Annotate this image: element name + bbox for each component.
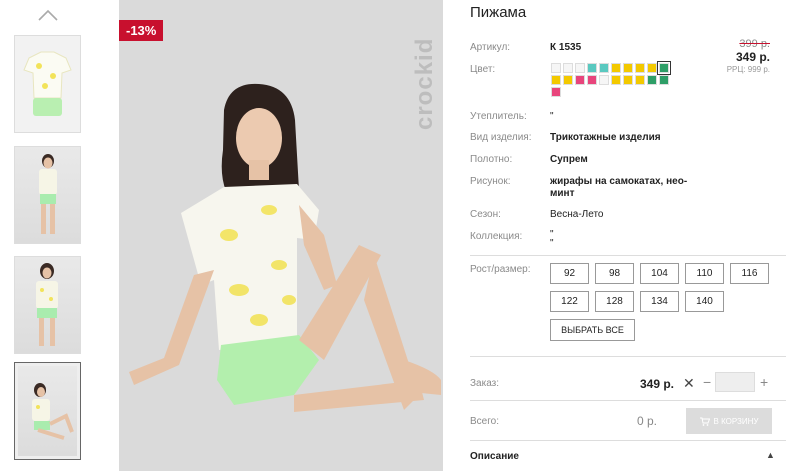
- spec-label: Коллекция:: [470, 231, 523, 242]
- order-price: 349 р.: [640, 377, 675, 391]
- thumbnail-4[interactable]: [14, 362, 81, 460]
- current-price: 349 р.: [735, 50, 770, 64]
- spec-value-line2: ": [550, 238, 554, 249]
- total-value: 0 р.: [637, 414, 658, 428]
- color-swatch[interactable]: [635, 63, 645, 73]
- color-swatch[interactable]: [659, 75, 669, 85]
- size-label: Рост/размер:: [470, 264, 531, 275]
- size-button[interactable]: 140: [685, 291, 724, 312]
- old-price: 399 р.: [739, 38, 770, 50]
- thumbnail-2[interactable]: [14, 146, 81, 244]
- size-button[interactable]: 92: [550, 263, 589, 284]
- divider: [470, 440, 786, 441]
- spec-label: Сезон:: [470, 209, 501, 220]
- add-to-cart-label: В КОРЗИНУ: [713, 416, 759, 426]
- add-to-cart-button[interactable]: В КОРЗИНУ: [686, 408, 772, 434]
- spec-value: Трикотажные изделия: [550, 132, 661, 143]
- size-button[interactable]: 116: [730, 263, 769, 284]
- rrp-price: РРЦ: 999 р.: [726, 65, 770, 74]
- total-label: Всего:: [470, 416, 499, 427]
- spec-label: Вид изделия:: [470, 132, 532, 143]
- chevron-up-icon[interactable]: ▲: [766, 450, 775, 460]
- quantity-increase-button[interactable]: +: [760, 374, 768, 390]
- chevron-up-icon[interactable]: [37, 8, 59, 22]
- divider: [470, 255, 786, 256]
- color-swatches: [551, 61, 671, 97]
- color-swatch[interactable]: [575, 75, 585, 85]
- description-toggle[interactable]: Описание: [470, 451, 519, 462]
- quantity-decrease-button[interactable]: −: [703, 374, 711, 390]
- color-swatch[interactable]: [587, 75, 597, 85]
- thumbnail-3[interactable]: [14, 256, 81, 354]
- main-product-image[interactable]: -13% crockid: [119, 0, 443, 471]
- color-swatch[interactable]: [551, 63, 561, 73]
- spec-value: жирафы на самокатах, нео-: [550, 176, 688, 187]
- color-swatch[interactable]: [635, 75, 645, 85]
- color-swatch[interactable]: [551, 87, 561, 97]
- quantity-input[interactable]: [715, 372, 755, 392]
- order-label: Заказ:: [470, 378, 500, 389]
- thumbnail-gallery: [14, 0, 86, 471]
- color-swatch[interactable]: [647, 63, 657, 73]
- thumbnail-1[interactable]: [14, 35, 81, 133]
- article-value: К 1535: [550, 42, 582, 53]
- size-button[interactable]: 122: [550, 291, 589, 312]
- color-swatch[interactable]: [647, 75, 657, 85]
- select-all-sizes-button[interactable]: ВЫБРАТЬ ВСЕ: [550, 319, 635, 341]
- color-swatch[interactable]: [657, 61, 671, 75]
- color-swatch[interactable]: [575, 63, 585, 73]
- spec-label: Полотно:: [470, 154, 513, 165]
- spec-value-line2: минт: [550, 188, 575, 199]
- size-button[interactable]: 128: [595, 291, 634, 312]
- color-swatch[interactable]: [623, 63, 633, 73]
- divider: [470, 356, 786, 357]
- spec-value: ": [550, 111, 554, 122]
- product-info-panel: Пижама Артикул: К 1535 399 р. 349 р. РРЦ…: [470, 0, 786, 471]
- divider: [470, 400, 786, 401]
- color-swatch[interactable]: [563, 63, 573, 73]
- size-button[interactable]: 104: [640, 263, 679, 284]
- spec-value: Весна-Лето: [550, 209, 604, 220]
- product-title: Пижама: [470, 4, 527, 21]
- article-label: Артикул:: [470, 42, 511, 53]
- size-button[interactable]: 110: [685, 263, 724, 284]
- color-swatch[interactable]: [563, 75, 573, 85]
- color-swatch[interactable]: [611, 75, 621, 85]
- cart-icon: [699, 417, 710, 426]
- color-swatch[interactable]: [551, 75, 561, 85]
- color-swatch[interactable]: [599, 75, 609, 85]
- spec-label: Рисунок:: [470, 176, 511, 187]
- discount-badge: -13%: [119, 20, 164, 41]
- remove-item-icon[interactable]: ✕: [683, 375, 695, 392]
- size-button[interactable]: 134: [640, 291, 679, 312]
- color-label: Цвет:: [470, 64, 496, 75]
- spec-label: Утеплитель:: [470, 111, 527, 122]
- color-swatch[interactable]: [599, 63, 609, 73]
- spec-value: Супрем: [550, 154, 588, 165]
- color-swatch[interactable]: [623, 75, 633, 85]
- color-swatch[interactable]: [611, 63, 621, 73]
- product-photo: [119, 0, 443, 471]
- color-swatch[interactable]: [587, 63, 597, 73]
- size-button[interactable]: 98: [595, 263, 634, 284]
- brand-watermark: crockid: [411, 37, 438, 130]
